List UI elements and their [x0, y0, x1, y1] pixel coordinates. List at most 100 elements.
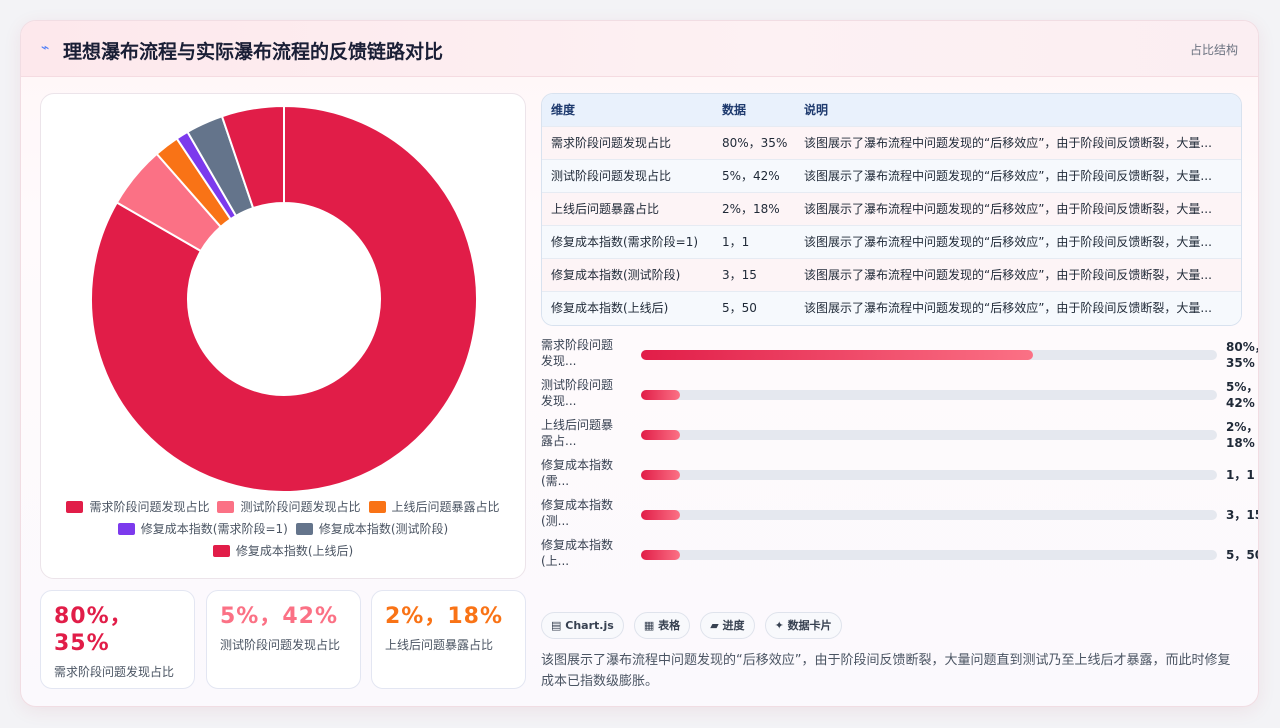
table-cell: 修复成本指数(上线后): [551, 301, 669, 315]
kpi-label: 需求阶段问题发现占比: [54, 665, 175, 679]
progress-row: 测试阶段问题发现... 5%，42%: [541, 377, 1258, 417]
progress-row: 修复成本指数(上... 5，50: [541, 537, 1258, 577]
kpi-value: 80%，35%: [54, 604, 133, 656]
legend-swatch: [295, 523, 313, 535]
progress-label: 上线后问题暴露占...: [541, 418, 614, 448]
progress-value: 1，1: [1226, 468, 1255, 482]
chip-table[interactable]: ▦ 表格: [633, 612, 691, 639]
progress-row: 上线后问题暴露占... 2%，18%: [541, 417, 1258, 457]
progress-value: 5，50: [1226, 548, 1258, 562]
kpi-card-production: 2%，18% 上线后问题暴露占比: [371, 590, 526, 689]
legend-label: 上线后问题暴露占比: [391, 500, 500, 514]
table-row: 上线后问题暴露占比 2%，18% 该图展示了瀑布流程中问题发现的“后移效应”，由…: [542, 193, 1241, 226]
progress-row: 修复成本指数(测... 3，15: [541, 497, 1258, 537]
legend-item[interactable]: 上线后问题暴露占比: [368, 496, 500, 518]
table-cell: 该图展示了瀑布流程中问题发现的“后移效应”，由于阶段间反馈断裂，大量...: [804, 301, 1212, 315]
kpi-value: 2%，18%: [385, 604, 504, 629]
legend-swatch: [212, 545, 230, 557]
kpi-label: 上线后问题暴露占比: [385, 638, 494, 652]
legend-row: 需求阶段问题发现占比 测试阶段问题发现占比 上线后问题暴露占比: [41, 496, 525, 518]
legend-label: 需求阶段问题发现占比: [89, 500, 210, 514]
card-header: ⌁ 理想瀑布流程与实际瀑布流程的反馈链路对比 占比结构: [21, 21, 1258, 77]
dashboard-card: ⌁ 理想瀑布流程与实际瀑布流程的反馈链路对比 占比结构 需求阶段问题发现占比 测试…: [20, 20, 1259, 707]
table-row: 修复成本指数(上线后) 5，50 该图展示了瀑布流程中问题发现的“后移效应”，由…: [542, 292, 1241, 325]
table-cell: 5%，42%: [722, 169, 780, 183]
legend-item[interactable]: 修复成本指数(上线后): [212, 540, 354, 562]
progress-label: 需求阶段问题发现...: [541, 338, 614, 368]
column-header-description: 说明: [804, 103, 829, 117]
progress-fill: [641, 510, 681, 520]
table-cell: 2%，18%: [722, 202, 780, 216]
chip-label: 进度: [722, 619, 745, 632]
progress-icon: ▰: [710, 619, 719, 632]
table-cell: 该图展示了瀑布流程中问题发现的“后移效应”，由于阶段间反馈断裂，大量...: [804, 136, 1212, 150]
legend-label: 修复成本指数(上线后): [235, 544, 354, 558]
legend-swatch: [117, 523, 135, 535]
legend-item[interactable]: 修复成本指数(测试阶段): [295, 518, 449, 540]
kpi-label: 测试阶段问题发现占比: [220, 638, 341, 652]
chart-icon: ▤: [551, 619, 562, 632]
legend-swatch: [217, 501, 235, 513]
table-cell: 3，15: [722, 268, 757, 282]
legend-row: 修复成本指数(上线后): [41, 540, 525, 562]
doughnut-chart-panel: 需求阶段问题发现占比 测试阶段问题发现占比 上线后问题暴露占比修复成本指数(需求阶段…: [40, 93, 526, 579]
chip-data-cards[interactable]: ✦ 数据卡片: [764, 612, 842, 639]
progress-fill: [641, 550, 681, 560]
progress-track: [641, 510, 1217, 520]
legend-swatch: [66, 501, 84, 513]
progress-fill: [641, 350, 1033, 360]
progress-track: [641, 390, 1217, 400]
legend-item[interactable]: 需求阶段问题发现占比: [66, 496, 209, 518]
table-icon: ▦: [643, 619, 655, 632]
legend-label: 修复成本指数(需求阶段=1): [140, 522, 288, 536]
page-title: 理想瀑布流程与实际瀑布流程的反馈链路对比: [63, 41, 444, 63]
summary-text: 该图展示了瀑布流程中问题发现的“后移效应”，由于阶段间反馈断裂，大量问题直到测试…: [541, 653, 1231, 689]
table-header-row: 维度 数据 说明: [542, 94, 1241, 127]
progress-track: [641, 550, 1217, 560]
table-row: 测试阶段问题发现占比 5%，42% 该图展示了瀑布流程中问题发现的“后移效应”，…: [542, 160, 1241, 193]
chip-label: 表格: [658, 619, 681, 632]
column-header-data: 数据: [722, 103, 747, 117]
table-cell: 80%，35%: [722, 136, 788, 150]
table-cell: 测试阶段问题发现占比: [551, 169, 672, 183]
legend-item[interactable]: 修复成本指数(需求阶段=1): [117, 518, 288, 540]
chart-legend: 需求阶段问题发现占比 测试阶段问题发现占比 上线后问题暴露占比修复成本指数(需求阶段…: [41, 496, 525, 562]
table-cell: 修复成本指数(测试阶段): [551, 268, 681, 282]
chip-label: 数据卡片: [787, 619, 832, 632]
data-table: 维度 数据 说明 需求阶段问题发现占比 80%，35% 该图展示了瀑布流程中问题…: [541, 93, 1242, 326]
legend-label: 测试阶段问题发现占比: [240, 500, 361, 514]
bolt-icon: ⌁: [41, 40, 50, 56]
progress-track: [641, 350, 1217, 360]
column-header-dimension: 维度: [551, 103, 576, 117]
table-cell: 该图展示了瀑布流程中问题发现的“后移效应”，由于阶段间反馈断裂，大量...: [804, 202, 1212, 216]
table-cell: 5，50: [722, 301, 757, 315]
chip-progress[interactable]: ▰ 进度: [700, 612, 755, 639]
table-cell: 该图展示了瀑布流程中问题发现的“后移效应”，由于阶段间反馈断裂，大量...: [804, 235, 1212, 249]
progress-value: 5%，42%: [1226, 380, 1259, 410]
doughnut-chart: [90, 104, 478, 493]
progress-label: 修复成本指数(测...: [541, 498, 614, 528]
kpi-card-requirements: 80%，35% 需求阶段问题发现占比: [40, 590, 195, 689]
table-row: 修复成本指数(需求阶段=1) 1，1 该图展示了瀑布流程中问题发现的“后移效应”…: [542, 226, 1241, 259]
view-chips: ▤ Chart.js ▦ 表格 ▰ 进度 ✦ 数据卡片: [541, 612, 847, 640]
progress-fill: [641, 390, 681, 400]
legend-item[interactable]: 测试阶段问题发现占比: [217, 496, 361, 518]
sparkle-icon: ✦: [774, 619, 784, 632]
progress-value: 80%，35%: [1226, 340, 1258, 370]
progress-label: 修复成本指数(上...: [541, 538, 614, 568]
progress-track: [641, 430, 1217, 440]
legend-label: 修复成本指数(测试阶段): [318, 522, 449, 536]
progress-label: 修复成本指数(需...: [541, 458, 614, 488]
legend-row: 修复成本指数(需求阶段=1) 修复成本指数(测试阶段): [41, 518, 525, 540]
table-cell: 1，1: [722, 235, 750, 249]
table-cell: 上线后问题暴露占比: [551, 202, 660, 216]
table-cell: 该图展示了瀑布流程中问题发现的“后移效应”，由于阶段间反馈断裂，大量...: [804, 268, 1212, 282]
table-cell: 修复成本指数(需求阶段=1): [551, 235, 699, 249]
table-cell: 该图展示了瀑布流程中问题发现的“后移效应”，由于阶段间反馈断裂，大量...: [804, 169, 1212, 183]
table-cell: 需求阶段问题发现占比: [551, 136, 672, 150]
legend-swatch: [368, 501, 386, 513]
chip-chartjs[interactable]: ▤ Chart.js: [541, 612, 624, 639]
progress-row: 修复成本指数(需... 1，1: [541, 457, 1255, 497]
kpi-value: 5%，42%: [220, 604, 339, 629]
chip-label: Chart.js: [565, 619, 614, 632]
